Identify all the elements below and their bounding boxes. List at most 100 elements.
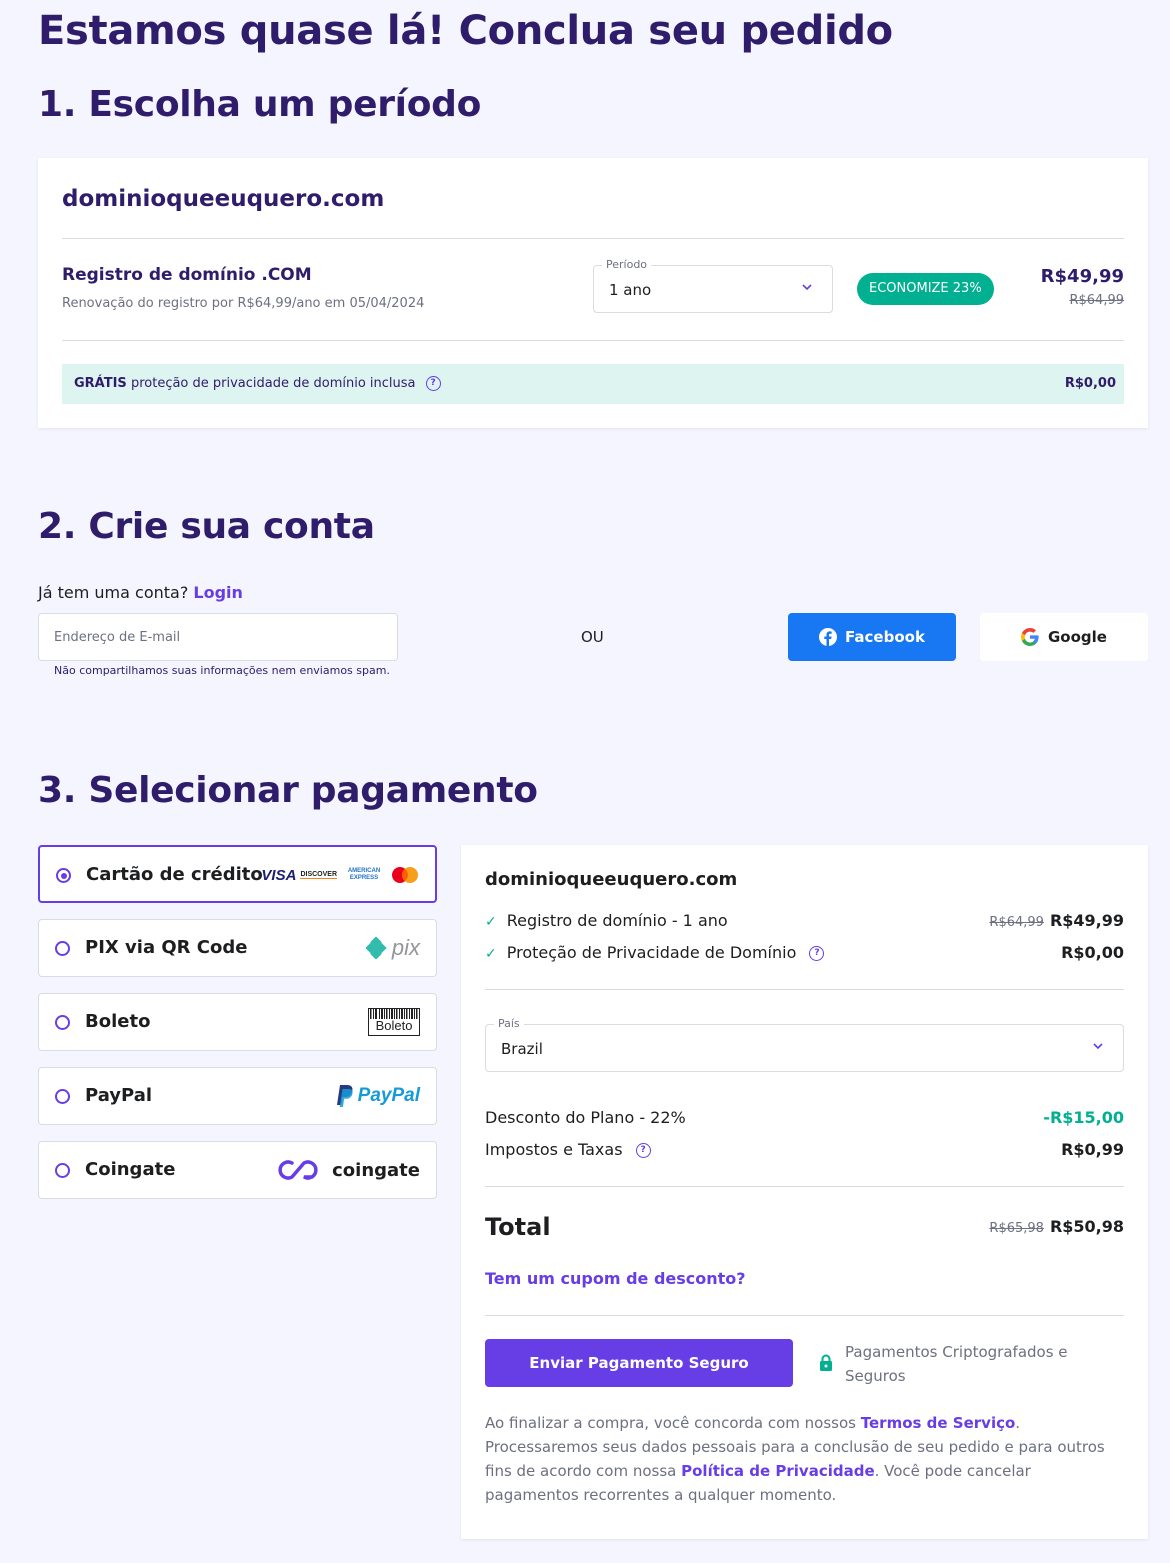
privacy-policy-link[interactable]: Política de Privacidade <box>681 1462 875 1480</box>
payment-label: Coingate <box>85 1159 176 1180</box>
payment-label: Boleto <box>85 1011 151 1032</box>
payment-label: Cartão de crédito <box>86 864 263 885</box>
divider <box>485 989 1124 990</box>
price: R$49,99 <box>1040 266 1124 287</box>
radio-button[interactable] <box>55 1089 70 1104</box>
facebook-button[interactable]: Facebook <box>788 613 956 661</box>
country-select[interactable]: País Brazil <box>485 1017 1124 1072</box>
payment-label: PIX via QR Code <box>85 937 248 958</box>
summary-item: ✓ Proteção de Privacidade de Domínio ? R$… <box>485 943 1124 962</box>
divider <box>62 340 1124 341</box>
step-3-heading: 3. Selecionar pagamento <box>38 770 538 811</box>
summary-item: ✓ Registro de domínio - 1 ano R$64,99 R$49… <box>485 911 1124 930</box>
has-account-label: Já tem uma conta? <box>38 583 189 602</box>
login-link[interactable]: Login <box>193 583 243 602</box>
payment-option-pix[interactable]: PIX via QR Code pix <box>38 919 437 977</box>
check-icon: ✓ <box>485 914 497 930</box>
mastercard-logo <box>392 867 418 883</box>
period-label: Período <box>602 258 652 271</box>
email-note: Não compartilhamos suas informações nem … <box>54 664 390 677</box>
payment-option-boleto[interactable]: Boleto Boleto <box>38 993 437 1051</box>
country-value: Brazil <box>501 1040 543 1058</box>
payment-option-paypal[interactable]: PayPal PayPal <box>38 1067 437 1125</box>
savings-badge: ECONOMIZE 23% <box>857 273 994 305</box>
renewal-text: Renovação do registro por R$64,99/ano em… <box>62 296 425 311</box>
coingate-icon <box>278 1160 318 1180</box>
or-separator: OU <box>581 628 604 646</box>
taxes-label: Impostos e Taxas <box>485 1140 623 1159</box>
pix-icon <box>365 937 387 959</box>
total-label: Total <box>485 1213 551 1241</box>
period-select[interactable]: Período 1 ano <box>593 258 833 313</box>
visa-logo: VISA <box>261 866 297 884</box>
radio-button[interactable] <box>55 1015 70 1030</box>
period-card: dominioqueeuquero.com Registro de domíni… <box>38 158 1148 428</box>
privacy-text: proteção de privacidade de domínio inclu… <box>130 376 416 391</box>
privacy-row: GRÁTIS proteção de privacidade de domíni… <box>62 364 1124 404</box>
privacy-free-label: GRÁTIS <box>74 376 127 391</box>
facebook-label: Facebook <box>845 628 925 646</box>
help-icon[interactable]: ? <box>809 946 825 961</box>
legal-text-1: Ao finalizar a compra, você concorda com… <box>485 1414 861 1432</box>
summary-item-label: Registro de domínio - 1 ano <box>506 911 728 930</box>
summary-domain: dominioqueeuquero.com <box>485 869 738 890</box>
divider <box>62 238 1124 239</box>
total-row: Total R$65,98 R$50,98 <box>485 1213 1124 1241</box>
amex-logo: AMERICAN EXPRESS <box>347 868 381 881</box>
secure-note: Pagamentos Criptografados e Seguros <box>845 1343 1068 1385</box>
privacy-price: R$0,00 <box>1064 376 1116 391</box>
google-icon <box>1021 628 1039 646</box>
boleto-logo: Boleto <box>368 1008 420 1036</box>
divider <box>485 1186 1124 1187</box>
total-price-wrap: R$65,98 R$50,98 <box>989 1217 1124 1236</box>
lock-icon <box>820 1354 832 1371</box>
discount-row: Desconto do Plano - 22% -R$15,00 <box>485 1108 1124 1127</box>
summary-item-price: R$0,00 <box>1061 943 1124 962</box>
google-button[interactable]: Google <box>980 613 1148 661</box>
facebook-icon <box>819 628 838 646</box>
legal-text: Ao finalizar a compra, você concorda com… <box>485 1411 1125 1507</box>
payment-label: PayPal <box>85 1085 153 1106</box>
paypal-text: PayPal <box>357 1085 420 1106</box>
pix-text: pix <box>391 935 420 960</box>
summary-item-price-wrap: R$64,99 R$49,99 <box>989 911 1124 930</box>
submit-payment-button[interactable]: Enviar Pagamento Seguro <box>485 1339 793 1387</box>
pix-logo: pix <box>365 934 420 962</box>
country-label: País <box>494 1017 524 1030</box>
chevron-down-icon <box>802 284 812 291</box>
page-title: Estamos quase lá! Conclua seu pedido <box>38 8 893 54</box>
terms-link[interactable]: Termos de Serviço <box>861 1414 1016 1432</box>
summary-item-label: Proteção de Privacidade de Domínio <box>506 943 797 962</box>
chevron-down-icon <box>1093 1043 1103 1050</box>
paypal-logo: PayPal <box>334 1082 420 1110</box>
boleto-text: Boleto <box>375 1018 413 1033</box>
coupon-link[interactable]: Tem um cupom de desconto? <box>485 1269 746 1288</box>
step-1-heading: 1. Escolha um período <box>38 84 482 125</box>
domain-name: dominioqueeuquero.com <box>62 186 385 212</box>
paypal-icon <box>336 1085 353 1107</box>
coingate-text: coingate <box>332 1159 420 1181</box>
has-account-text: Já tem uma conta? Login <box>38 583 243 602</box>
google-label: Google <box>1048 628 1107 646</box>
check-icon: ✓ <box>485 946 497 962</box>
radio-button[interactable] <box>55 941 70 956</box>
total-old: R$65,98 <box>989 1221 1044 1236</box>
privacy-text-wrap: GRÁTIS proteção de privacidade de domíni… <box>74 376 441 391</box>
discover-logo: DISCOVER <box>300 871 337 879</box>
summary-item-price: R$49,99 <box>1049 911 1124 930</box>
card-logos: VISA DISCOVER AMERICAN EXPRESS <box>261 861 419 889</box>
discount-label: Desconto do Plano - 22% <box>485 1108 686 1127</box>
registration-title: Registro de domínio .COM <box>62 265 312 285</box>
help-icon[interactable]: ? <box>635 1143 651 1158</box>
period-value: 1 ano <box>609 281 652 299</box>
taxes-row: Impostos e Taxas ? R$0,99 <box>485 1140 1124 1159</box>
radio-button[interactable] <box>55 1163 70 1178</box>
payment-option-coingate[interactable]: Coingate coingate <box>38 1141 437 1199</box>
help-icon[interactable]: ? <box>425 376 441 391</box>
payment-option-credit-card[interactable]: Cartão de crédito VISA DISCOVER AMERICAN… <box>38 845 437 903</box>
order-summary-card: dominioqueeuquero.com ✓ Registro de domín… <box>461 845 1148 1539</box>
email-input[interactable] <box>38 613 398 661</box>
price-old: R$64,99 <box>1069 293 1124 308</box>
step-2-heading: 2. Crie sua conta <box>38 506 375 547</box>
radio-button[interactable] <box>56 868 71 883</box>
